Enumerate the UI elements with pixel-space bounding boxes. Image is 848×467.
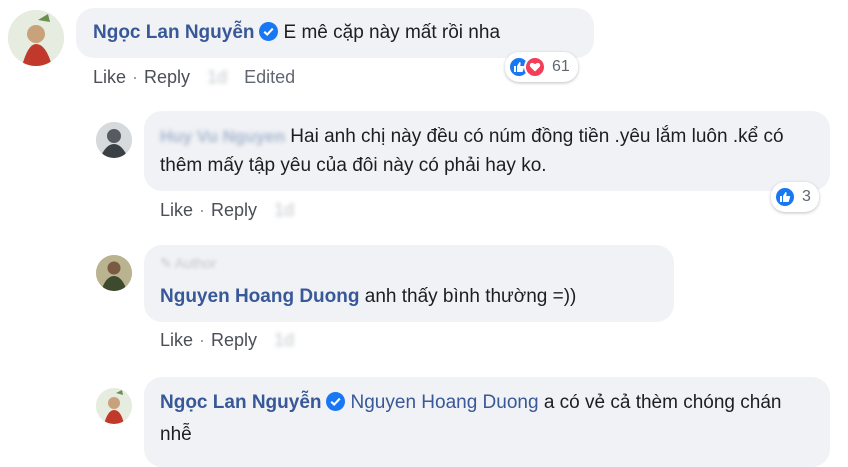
verified-badge-icon — [325, 391, 345, 420]
like-button[interactable]: Like — [160, 200, 193, 220]
avatar-photo — [96, 122, 132, 158]
reply-button[interactable]: Reply — [211, 200, 257, 220]
like-button[interactable]: Like — [93, 67, 126, 87]
comment-bubble: Ngọc Lan Nguyễn E mê cặp này mất rồi nha — [76, 8, 594, 58]
comment-bubble: ✎ Author Nguyen Hoang Duong anh thấy bìn… — [144, 245, 674, 322]
avatar[interactable] — [96, 388, 132, 424]
comment-actions: Like · Reply 1d — [160, 200, 295, 221]
comment-bubble: Ngọc Lan Nguyễn Nguyen Hoang Duong a có v… — [144, 377, 830, 467]
like-reaction-icon — [774, 186, 796, 208]
mention-link[interactable]: Nguyen Hoang Duong — [351, 392, 539, 413]
comment-author[interactable]: Ngọc Lan Nguyễn — [93, 22, 255, 43]
avatar[interactable] — [8, 10, 64, 66]
avatar[interactable] — [96, 122, 132, 158]
pen-icon: ✎ — [160, 255, 175, 271]
timestamp[interactable]: 1d — [207, 67, 227, 88]
verified-badge-icon — [258, 21, 278, 50]
comment-text: anh thấy bình thường =)) — [364, 286, 577, 307]
avatar[interactable] — [96, 255, 132, 291]
comment-actions: Like · Reply 1d Edited — [93, 67, 296, 88]
timestamp[interactable]: 1d — [274, 200, 294, 221]
comment-author[interactable]: Huy Vu Nguyen — [160, 122, 285, 151]
avatar-photo — [96, 388, 132, 424]
reply-button[interactable]: Reply — [144, 67, 190, 87]
comment-author[interactable]: Ngọc Lan Nguyễn — [160, 392, 322, 413]
avatar-photo — [96, 255, 132, 291]
reaction-count: 61 — [552, 58, 570, 75]
love-reaction-icon — [524, 56, 546, 78]
avatar-photo — [8, 10, 64, 66]
reply-button[interactable]: Reply — [211, 330, 257, 350]
timestamp[interactable]: 1d — [274, 330, 294, 351]
reaction-summary[interactable]: 3 — [771, 182, 819, 212]
comment-author[interactable]: Nguyen Hoang Duong — [160, 286, 359, 307]
like-button[interactable]: Like — [160, 330, 193, 350]
comment-bubble: Huy Vu Nguyen Hai anh chị này đều có núm… — [144, 111, 830, 191]
edited-label[interactable]: Edited — [244, 67, 295, 87]
author-badge-label: Author — [174, 255, 217, 271]
reaction-count: 3 — [802, 188, 811, 205]
author-badge: ✎ Author — [160, 253, 658, 273]
reaction-summary[interactable]: 61 — [505, 52, 578, 82]
comment-actions: Like · Reply 1d — [160, 330, 295, 351]
comment-text: E mê cặp này mất rồi nha — [283, 22, 501, 43]
